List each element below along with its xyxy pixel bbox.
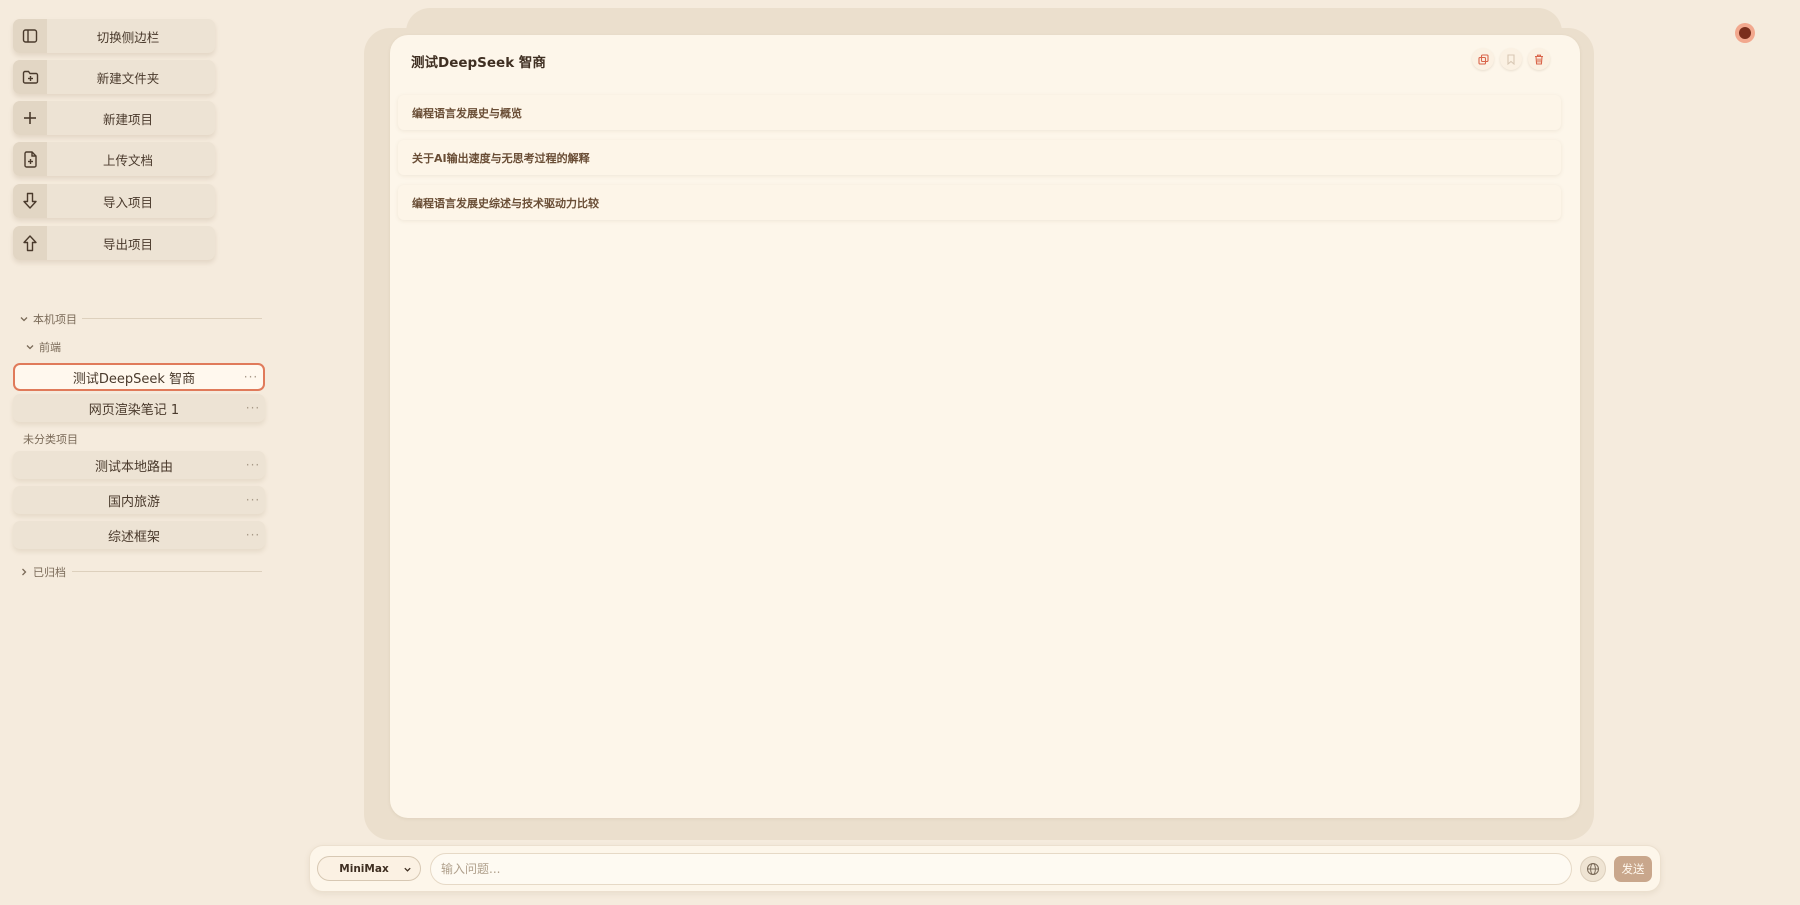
archived-label: 已归档 — [33, 566, 66, 579]
project-item[interactable]: 综述框架 ··· — [13, 521, 265, 549]
card-toolbar — [1472, 48, 1550, 70]
chevron-right-icon — [22, 568, 27, 576]
copy-button[interactable] — [1472, 48, 1494, 70]
new-folder-button[interactable]: 新建文件夹 — [13, 60, 215, 94]
sidebar-toggle-icon — [13, 19, 47, 53]
new-project-button[interactable]: 新建项目 — [13, 101, 215, 135]
sidebar: 切换侧边栏 新建文件夹 新建项目 上传文档 导入项目 导出项目 本机项目 前端 … — [0, 0, 280, 905]
web-search-button[interactable] — [1580, 856, 1606, 882]
project-item-label: 国内旅游 — [107, 494, 160, 510]
chevron-down-icon — [404, 867, 411, 872]
chat-input-bar: MiniMax 发送 — [309, 845, 1661, 892]
project-item[interactable]: 网页渲染笔记 1 ··· — [13, 394, 265, 422]
arrow-up-icon — [13, 226, 47, 260]
upload-document-label: 上传文档 — [102, 152, 153, 168]
bookmark-button[interactable] — [1500, 48, 1522, 70]
conversation-item[interactable]: 编程语言发展史综述与技术驱动力比较 — [398, 185, 1561, 220]
archived-header[interactable]: 已归档 — [19, 564, 66, 580]
trash-icon — [1535, 54, 1543, 65]
folder-label: 前端 — [39, 341, 61, 354]
import-project-label: 导入项目 — [102, 194, 153, 210]
plus-icon — [13, 101, 47, 135]
project-item[interactable]: 国内旅游 ··· — [13, 486, 265, 514]
upload-document-button[interactable]: 上传文档 — [13, 142, 215, 176]
globe-icon — [1587, 863, 1599, 875]
uncategorized-projects-label: 未分类项目 — [23, 433, 78, 446]
copy-icon — [1477, 53, 1489, 65]
folder-plus-icon — [13, 60, 47, 94]
file-plus-icon — [13, 142, 47, 176]
project-item-label: 网页渲染笔记 1 — [88, 402, 180, 418]
conversation-item[interactable]: 编程语言发展史与概览 — [398, 95, 1561, 130]
delete-button[interactable] — [1528, 48, 1550, 70]
local-projects-header[interactable]: 本机项目 — [19, 311, 77, 327]
toggle-sidebar-label: 切换侧边栏 — [96, 29, 160, 45]
model-selector[interactable]: MiniMax — [317, 856, 421, 881]
more-options-icon[interactable]: ··· — [241, 458, 265, 472]
section-divider — [82, 318, 262, 319]
chevron-down-icon — [20, 317, 28, 322]
more-options-icon[interactable]: ··· — [239, 370, 263, 384]
chevron-down-icon — [26, 345, 34, 350]
bookmark-icon — [1507, 53, 1515, 65]
toggle-sidebar-button[interactable]: 切换侧边栏 — [13, 19, 215, 53]
project-item-label: 综述框架 — [107, 529, 160, 545]
arrow-down-icon — [13, 184, 47, 218]
folder-header-frontend[interactable]: 前端 — [25, 339, 61, 355]
more-options-icon[interactable]: ··· — [241, 493, 265, 507]
project-item-label: 测试DeepSeek 智商 — [72, 371, 196, 387]
local-projects-label: 本机项目 — [33, 313, 77, 326]
new-folder-label: 新建文件夹 — [96, 70, 160, 86]
new-project-label: 新建项目 — [102, 111, 153, 127]
section-divider — [72, 571, 262, 572]
more-options-icon[interactable]: ··· — [241, 528, 265, 542]
project-item[interactable]: 测试本地路由 ··· — [13, 451, 265, 479]
project-item-active[interactable]: 测试DeepSeek 智商 ··· — [13, 363, 265, 391]
status-dot-icon — [1739, 27, 1751, 39]
model-selector-label: MiniMax — [339, 862, 389, 875]
conversation-item[interactable]: 关于AI输出速度与无思考过程的解释 — [398, 140, 1561, 175]
import-project-button[interactable]: 导入项目 — [13, 184, 215, 218]
question-input[interactable] — [430, 853, 1572, 885]
project-card: 测试DeepSeek 智商 编程语言发展史与概览 关于AI输出速度与无思考过程的… — [390, 35, 1580, 818]
send-button[interactable]: 发送 — [1614, 856, 1652, 882]
project-title: 测试DeepSeek 智商 — [411, 55, 546, 71]
status-indicator[interactable] — [1735, 23, 1755, 43]
more-options-icon[interactable]: ··· — [241, 401, 265, 415]
export-project-label: 导出项目 — [102, 236, 153, 252]
project-item-label: 测试本地路由 — [94, 459, 173, 475]
export-project-button[interactable]: 导出项目 — [13, 226, 215, 260]
